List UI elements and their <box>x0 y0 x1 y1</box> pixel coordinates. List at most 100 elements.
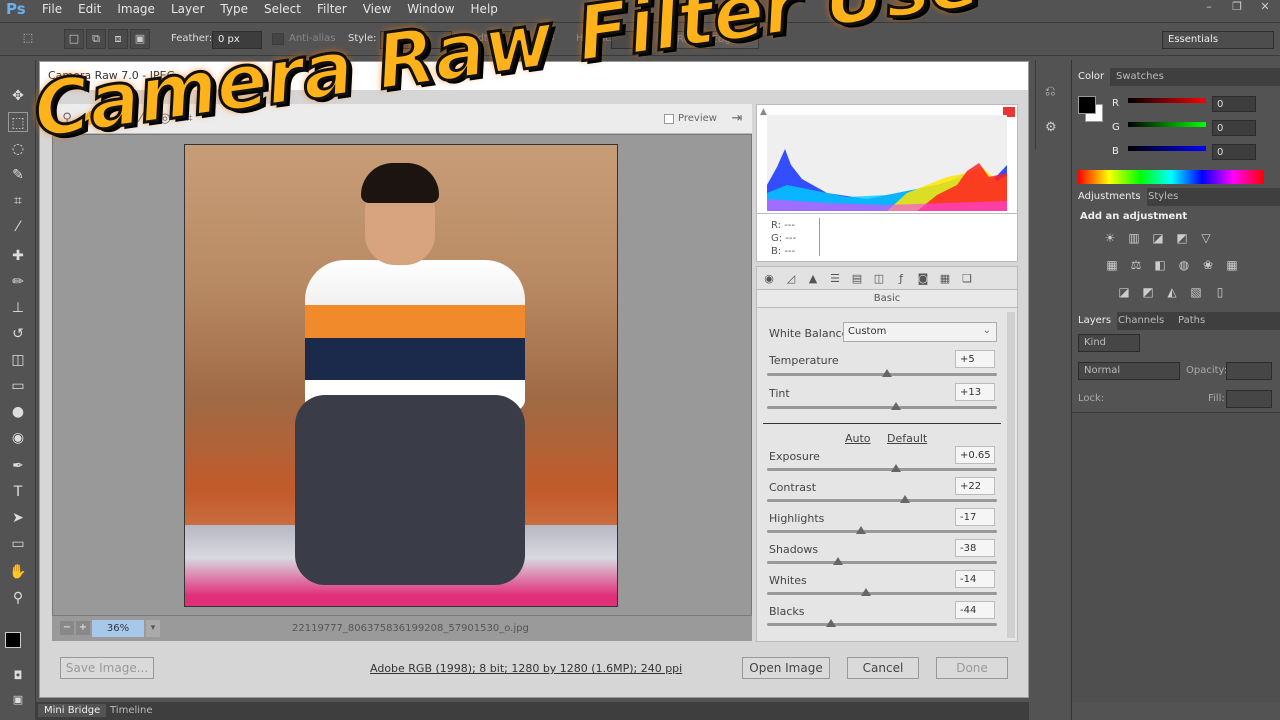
blend-mode-select[interactable]: Normal <box>1078 362 1180 380</box>
whites-slider-thumb[interactable] <box>860 588 871 596</box>
minimize-button[interactable]: – <box>1198 0 1220 14</box>
detail-tab-icon[interactable]: ▲ <box>805 271 821 287</box>
zoom-in-button[interactable]: + <box>76 621 90 635</box>
cancel-button[interactable]: Cancel <box>847 657 919 679</box>
exposure-adj-icon[interactable]: ◩ <box>1174 231 1190 245</box>
tab-adjustments[interactable]: Adjustments <box>1072 188 1147 206</box>
green-value[interactable]: 0 <box>1212 120 1256 136</box>
new-selection-icon[interactable]: □ <box>64 29 84 49</box>
quick-mask-icon[interactable]: ◘ <box>8 666 28 686</box>
close-button[interactable]: ✕ <box>1254 0 1276 14</box>
levels-icon[interactable]: ▥ <box>1126 231 1142 245</box>
open-image-button[interactable]: Open Image <box>742 657 830 679</box>
whites-slider[interactable] <box>767 588 997 596</box>
highlights-slider[interactable] <box>767 526 997 534</box>
shadows-slider[interactable] <box>767 557 997 565</box>
blue-value[interactable]: 0 <box>1212 144 1256 160</box>
tab-paths[interactable]: Paths <box>1172 312 1211 330</box>
color-spectrum-bar[interactable] <box>1078 170 1264 184</box>
menu-file[interactable]: File <box>34 0 70 18</box>
quick-select-tool-icon[interactable]: ✎ <box>8 165 28 185</box>
menu-select[interactable]: Select <box>256 0 309 18</box>
whites-value[interactable]: -14 <box>955 570 995 588</box>
invert-icon[interactable]: ◪ <box>1116 285 1132 299</box>
hand-tool-icon[interactable]: ✋ <box>8 562 28 582</box>
zoom-tool-icon[interactable]: ⚲ <box>8 588 28 608</box>
marquee-tool-icon[interactable]: ⬚ <box>8 112 28 132</box>
channel-mixer-icon[interactable]: ❀ <box>1200 258 1216 272</box>
gradient-tool-icon[interactable]: ▭ <box>8 376 28 396</box>
menu-edit[interactable]: Edit <box>70 0 109 18</box>
green-slider[interactable] <box>1128 122 1206 127</box>
screen-mode-icon[interactable]: ▣ <box>8 690 28 710</box>
tab-layers[interactable]: Layers <box>1072 312 1118 330</box>
pen-tool-icon[interactable]: ✒ <box>8 456 28 476</box>
tint-slider-thumb[interactable] <box>890 402 901 410</box>
tone-curve-tab-icon[interactable]: ◿ <box>783 271 799 287</box>
gradient-map-icon[interactable]: ▧ <box>1188 285 1204 299</box>
add-selection-icon[interactable]: ⧉ <box>86 29 106 49</box>
brightness-icon[interactable]: ☀ <box>1102 231 1118 245</box>
zoom-out-button[interactable]: − <box>60 621 74 635</box>
highlights-value[interactable]: -17 <box>955 508 995 526</box>
hue-saturation-icon[interactable]: ▦ <box>1104 258 1120 272</box>
tint-value[interactable]: +13 <box>955 383 995 401</box>
blacks-value[interactable]: -44 <box>955 601 995 619</box>
blacks-slider-thumb[interactable] <box>826 619 837 627</box>
blue-slider[interactable] <box>1128 146 1206 151</box>
tint-slider[interactable] <box>767 402 997 410</box>
brush-tool-icon[interactable]: ✏ <box>8 272 28 292</box>
effects-tab-icon[interactable]: ƒ <box>893 271 909 287</box>
intersect-selection-icon[interactable]: ▣ <box>130 29 150 49</box>
basic-tab-icon[interactable]: ◉ <box>761 271 777 287</box>
menu-layer[interactable]: Layer <box>163 0 212 18</box>
exposure-slider-thumb[interactable] <box>890 464 901 472</box>
snapshots-tab-icon[interactable]: ❏ <box>959 271 975 287</box>
move-tool-icon[interactable]: ✥ <box>8 86 28 106</box>
temperature-slider[interactable] <box>767 369 997 377</box>
blacks-slider[interactable] <box>767 619 997 627</box>
default-link[interactable]: Default <box>887 432 927 445</box>
menu-type[interactable]: Type <box>212 0 256 18</box>
shadows-slider-thumb[interactable] <box>833 557 844 565</box>
temperature-slider-thumb[interactable] <box>881 369 892 377</box>
shadows-value[interactable]: -38 <box>955 539 995 557</box>
save-image-button[interactable]: Save Image... <box>60 657 154 679</box>
shape-tool-icon[interactable]: ▭ <box>8 534 28 554</box>
zoom-level-select[interactable]: 36% <box>92 620 144 637</box>
color-balance-icon[interactable]: ⚖ <box>1128 258 1144 272</box>
lasso-tool-icon[interactable]: ◌ <box>8 139 28 159</box>
clone-stamp-icon[interactable]: ⊥ <box>8 298 28 318</box>
lens-corrections-tab-icon[interactable]: ◫ <box>871 271 887 287</box>
path-select-icon[interactable]: ➤ <box>8 508 28 528</box>
tab-swatches[interactable]: Swatches <box>1110 68 1170 86</box>
temperature-value[interactable]: +5 <box>955 350 995 368</box>
workspace-select[interactable]: Essentials <box>1162 31 1274 49</box>
red-slider[interactable] <box>1128 98 1206 103</box>
camera-calibration-tab-icon[interactable]: ◙ <box>915 271 931 287</box>
red-value[interactable]: 0 <box>1212 96 1256 112</box>
blur-tool-icon[interactable]: ● <box>8 402 28 422</box>
dodge-tool-icon[interactable]: ◉ <box>8 428 28 448</box>
threshold-icon[interactable]: ◭ <box>1164 285 1180 299</box>
menu-filter[interactable]: Filter <box>309 0 355 18</box>
foreground-color-swatch[interactable] <box>5 632 21 648</box>
eraser-tool-icon[interactable]: ◫ <box>8 350 28 370</box>
history-panel-icon[interactable]: ⎌ <box>1045 84 1055 99</box>
split-toning-tab-icon[interactable]: ▤ <box>849 271 865 287</box>
posterize-icon[interactable]: ◩ <box>1140 285 1156 299</box>
crop-tool-icon[interactable]: ⌗ <box>8 191 28 211</box>
highlights-slider-thumb[interactable] <box>856 526 867 534</box>
contrast-value[interactable]: +22 <box>955 477 995 495</box>
done-button[interactable]: Done <box>936 657 1008 679</box>
type-tool-icon[interactable]: T <box>8 482 28 502</box>
layer-kind-filter[interactable]: Kind <box>1078 334 1140 352</box>
opacity-input[interactable] <box>1226 362 1272 380</box>
healing-brush-icon[interactable]: ✚ <box>8 246 28 266</box>
contrast-slider[interactable] <box>767 495 997 503</box>
restore-button[interactable]: ❐ <box>1226 0 1248 14</box>
color-lookup-icon[interactable]: ▦ <box>1224 258 1240 272</box>
auto-link[interactable]: Auto <box>845 432 871 445</box>
tab-channels[interactable]: Channels <box>1112 312 1170 330</box>
exposure-slider[interactable] <box>767 464 997 472</box>
